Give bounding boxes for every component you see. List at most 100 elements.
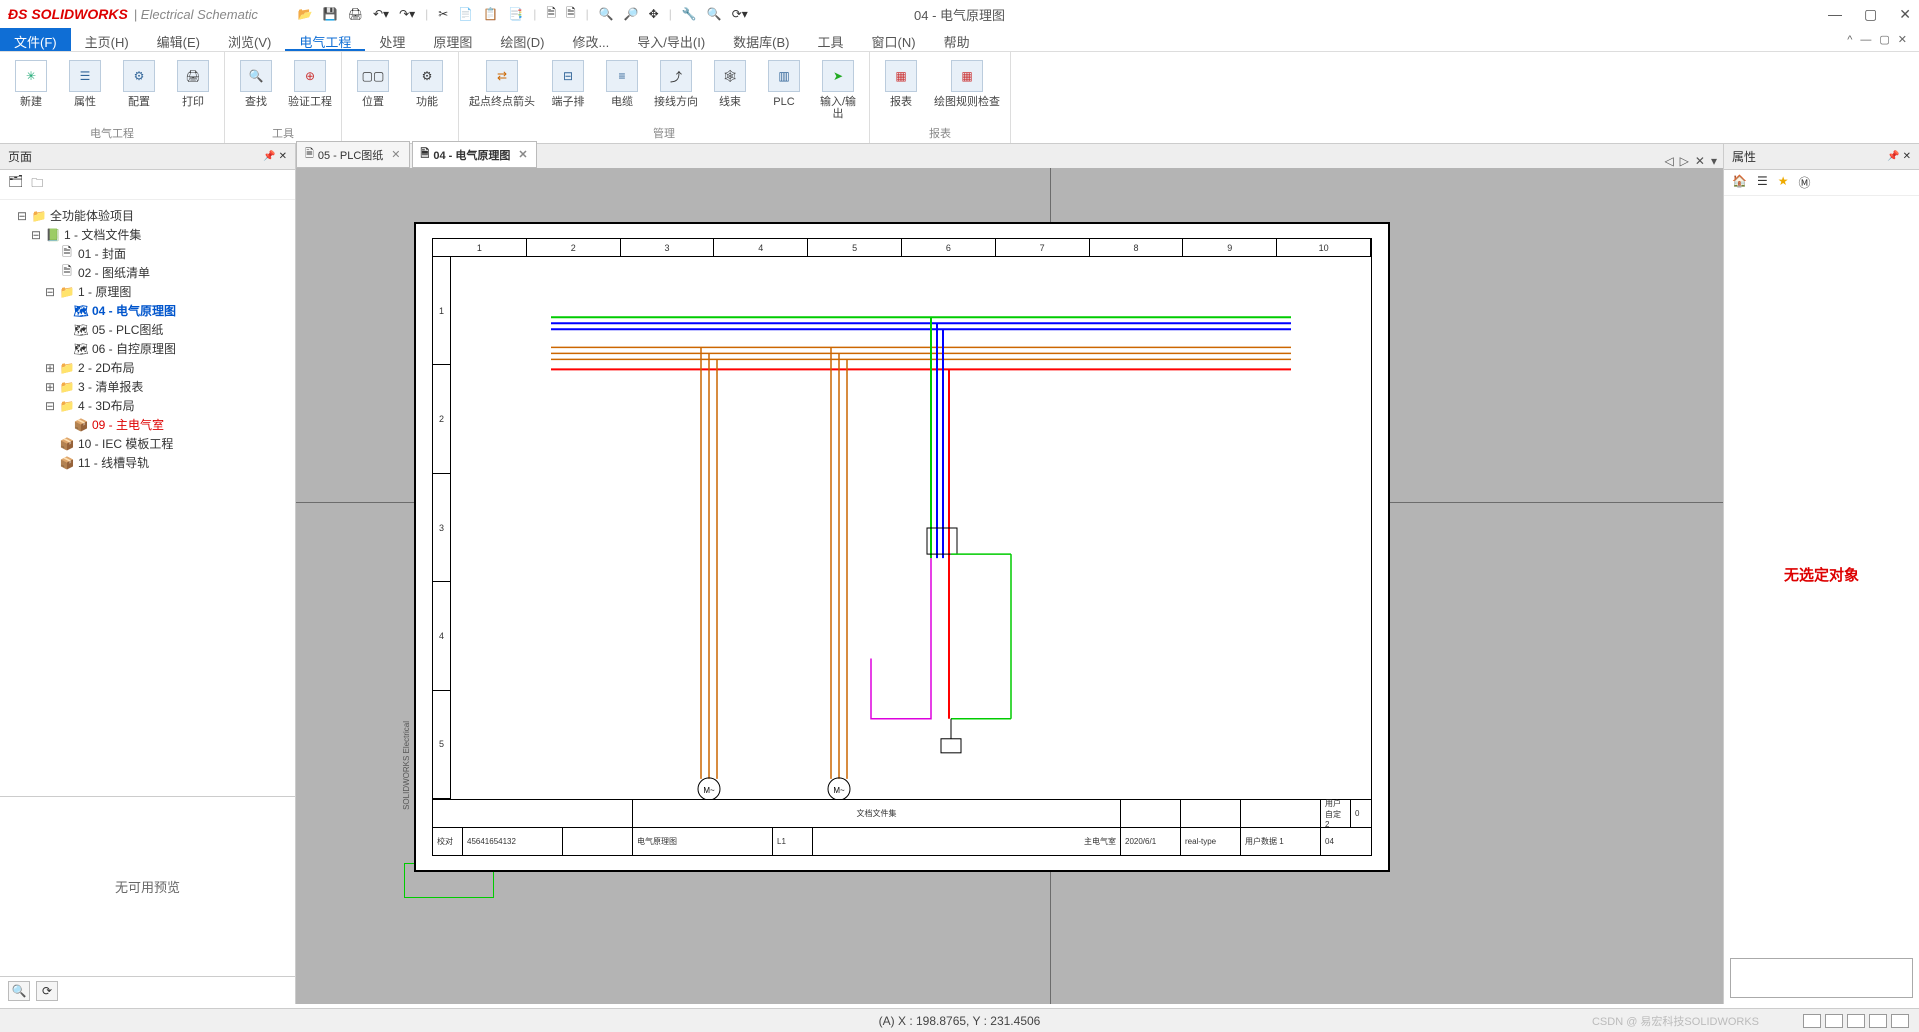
tab-draw[interactable]: 绘图(D): [486, 28, 558, 51]
list-icon[interactable]: ☰: [1757, 174, 1768, 191]
document-tabs: 🗎 05 - PLC图纸✕ 🗎 04 - 电气原理图✕ ◁ ▷ ✕ ▾: [296, 144, 1723, 168]
tree-node[interactable]: ⊟📗1 - 文档文件集: [4, 225, 291, 244]
pan-icon[interactable]: ✥: [649, 7, 659, 21]
filter-icon[interactable]: 🔧: [682, 7, 697, 21]
doctab-plc[interactable]: 🗎 05 - PLC图纸✕: [296, 141, 410, 168]
tree-node[interactable]: ⊞📁2 - 2D布局: [4, 358, 291, 377]
cut-icon[interactable]: ✂: [438, 7, 448, 21]
tab-window[interactable]: 窗口(N): [858, 28, 930, 51]
terminal-button[interactable]: ⊟端子排: [545, 56, 591, 123]
config-button[interactable]: ⚙配置: [116, 56, 162, 123]
tree-node[interactable]: ⊟📁1 - 原理图: [4, 282, 291, 301]
function-button[interactable]: ⚙功能: [404, 56, 450, 139]
tab-home[interactable]: 主页(H): [71, 28, 143, 51]
zoom-fit-icon[interactable]: 🔍: [8, 981, 30, 1001]
wire-dir-button[interactable]: ⤴接线方向: [653, 56, 699, 123]
io-button[interactable]: ➤输入/输出: [815, 56, 861, 123]
copy-icon[interactable]: 📄: [458, 7, 473, 21]
logo-subtitle: | Electrical Schematic: [134, 7, 258, 22]
tab-schematic[interactable]: 原理图: [419, 28, 486, 51]
ribbon: ✳新建 ☰属性 ⚙配置 🖨打印 电气工程 🔍查找 ⊕验证工程 工具 ▢▢位置 ⚙…: [0, 52, 1919, 144]
tree-node[interactable]: 📦09 - 主电气室: [4, 415, 291, 434]
mdi-min-icon[interactable]: —: [1860, 34, 1871, 46]
open-icon[interactable]: 📂: [298, 7, 313, 21]
tree-mode1-icon[interactable]: 🗂: [8, 174, 23, 195]
tree-node[interactable]: 🗺04 - 电气原理图: [4, 301, 291, 320]
close-tab-icon[interactable]: ✕: [391, 148, 400, 161]
layout4-icon[interactable]: [1869, 1014, 1887, 1028]
tab-database[interactable]: 数据库(B): [719, 28, 803, 51]
drc-button[interactable]: ▦绘图规则检查: [932, 56, 1002, 123]
tab-modify[interactable]: 修改...: [558, 28, 623, 51]
drawing-sheet: SOLIDWORKS Electrical 12345678910 12345: [414, 222, 1390, 872]
new-button[interactable]: ✳新建: [8, 56, 54, 123]
tab-process[interactable]: 处理: [365, 28, 419, 51]
tree-node[interactable]: ⊟📁全功能体验项目: [4, 206, 291, 225]
project-tree[interactable]: ⊟📁全功能体验项目⊟📗1 - 文档文件集🗎01 - 封面🗎02 - 图纸清单⊟📁…: [0, 200, 295, 796]
print-button[interactable]: 🖨打印: [170, 56, 216, 123]
collapse-ribbon-icon[interactable]: ^: [1847, 34, 1852, 46]
doc2-icon[interactable]: 🗎: [566, 4, 576, 25]
copy2-icon[interactable]: 📑: [508, 7, 523, 21]
tab-help[interactable]: 帮助: [930, 28, 984, 51]
m-icon[interactable]: Ⓜ: [1798, 174, 1810, 191]
tab-prev-icon[interactable]: ◁: [1664, 154, 1673, 168]
tree-node[interactable]: 🗎02 - 图纸清单: [4, 263, 291, 282]
tree-node[interactable]: ⊞📁3 - 清单报表: [4, 377, 291, 396]
preview-pane: 无可用预览: [0, 796, 295, 976]
home-icon[interactable]: 🏠: [1732, 174, 1747, 191]
tab-menu-icon[interactable]: ▾: [1711, 154, 1717, 168]
tree-node[interactable]: ⊟📁4 - 3D布局: [4, 396, 291, 415]
cable-button[interactable]: ≡电缆: [599, 56, 645, 123]
tree-node[interactable]: 🗎01 - 封面: [4, 244, 291, 263]
tab-edit[interactable]: 编辑(E): [143, 28, 214, 51]
harness-button[interactable]: 🕸线束: [707, 56, 753, 123]
tree-node[interactable]: 📦11 - 线槽导轨: [4, 453, 291, 472]
doctab-schematic[interactable]: 🗎 04 - 电气原理图✕: [412, 141, 537, 168]
refresh-icon[interactable]: ⟳▾: [732, 7, 748, 21]
close-tab-icon[interactable]: ✕: [518, 148, 527, 161]
tree-node[interactable]: 🗺06 - 自控原理图: [4, 339, 291, 358]
mdi-close-icon[interactable]: ✕: [1898, 33, 1907, 46]
layout2-icon[interactable]: [1825, 1014, 1843, 1028]
maximize-button[interactable]: ▢: [1864, 6, 1877, 23]
tab-tools[interactable]: 工具: [804, 28, 858, 51]
tab-view[interactable]: 浏览(V): [214, 28, 285, 51]
tree-node[interactable]: 📦10 - IEC 模板工程: [4, 434, 291, 453]
save-icon[interactable]: 💾: [323, 7, 338, 21]
zoom-out-icon[interactable]: 🔎: [624, 7, 639, 21]
minimize-button[interactable]: —: [1828, 6, 1842, 23]
tree-mode2-icon[interactable]: 🗀: [31, 174, 43, 195]
refresh-preview-icon[interactable]: ⟳: [36, 981, 58, 1001]
print-icon[interactable]: 🖨: [348, 7, 363, 21]
tab-next-icon[interactable]: ▷: [1680, 154, 1689, 168]
validate-button[interactable]: ⊕验证工程: [287, 56, 333, 123]
location-button[interactable]: ▢▢位置: [350, 56, 396, 139]
zoom-in-icon[interactable]: 🔍: [599, 7, 614, 21]
tab-electrical[interactable]: 电气工程: [285, 28, 365, 51]
layout3-icon[interactable]: [1847, 1014, 1865, 1028]
title-bar: ÐS SOLIDWORKS | Electrical Schematic 📂 💾…: [0, 0, 1919, 28]
star-icon[interactable]: ★: [1778, 174, 1789, 191]
layout5-icon[interactable]: [1891, 1014, 1909, 1028]
layout1-icon[interactable]: [1803, 1014, 1821, 1028]
close-button[interactable]: ✕: [1899, 6, 1911, 23]
search-icon[interactable]: 🔍: [707, 7, 722, 21]
plc-button[interactable]: ▥PLC: [761, 56, 807, 123]
tab-import-export[interactable]: 导入/导出(I): [623, 28, 719, 51]
canvas[interactable]: SOLIDWORKS Electrical 12345678910 12345: [296, 168, 1723, 1004]
pin-icon[interactable]: 📌 ✕: [1887, 151, 1911, 162]
report-button[interactable]: ▦报表: [878, 56, 924, 123]
undo-icon[interactable]: ↶▾: [373, 7, 389, 21]
redo-icon[interactable]: ↷▾: [399, 7, 415, 21]
tree-node[interactable]: 🗺05 - PLC图纸: [4, 320, 291, 339]
properties-button[interactable]: ☰属性: [62, 56, 108, 123]
doc1-icon[interactable]: 🗎: [546, 4, 556, 25]
file-menu[interactable]: 文件(F): [0, 28, 71, 51]
paste-icon[interactable]: 📋: [483, 7, 498, 21]
tab-close-all-icon[interactable]: ✕: [1695, 154, 1705, 168]
arrows-button[interactable]: ⇄起点终点箭头: [467, 56, 537, 123]
pin-icon[interactable]: 📌 ✕: [263, 151, 287, 162]
find-button[interactable]: 🔍查找: [233, 56, 279, 123]
mdi-max-icon[interactable]: ▢: [1879, 33, 1889, 46]
